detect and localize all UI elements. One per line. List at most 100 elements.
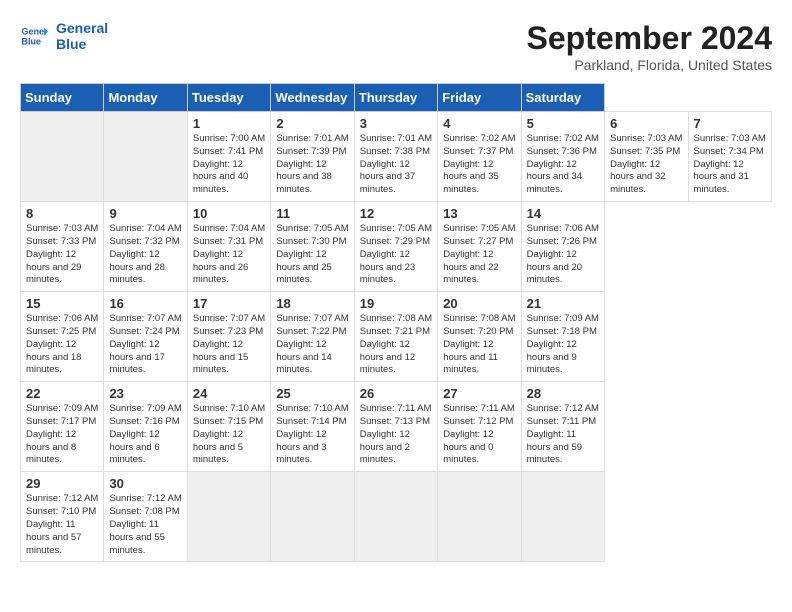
day-number: 30: [109, 476, 181, 491]
calendar-week-row: 8Sunrise: 7:03 AMSunset: 7:33 PMDaylight…: [21, 202, 772, 292]
calendar-day-cell: 25Sunrise: 7:10 AMSunset: 7:14 PMDayligh…: [271, 382, 354, 472]
calendar-week-row: 29 Sunrise: 7:12 AMSunset: 7:10 PMDayligh…: [21, 472, 772, 562]
weekday-header-sunday: Sunday: [21, 84, 104, 112]
calendar-day-cell: 27 Sunrise: 7:11 AMSunset: 7:12 PMDayligh…: [438, 382, 521, 472]
calendar-day-cell: 26 Sunrise: 7:11 AMSunset: 7:13 PMDayligh…: [354, 382, 437, 472]
calendar-day-cell: 3 Sunrise: 7:01 AMSunset: 7:38 PMDaylight…: [354, 112, 437, 202]
weekday-header-thursday: Thursday: [354, 84, 437, 112]
calendar-day-cell: 21Sunrise: 7:09 AMSunset: 7:18 PMDayligh…: [521, 292, 604, 382]
day-number: 26: [360, 386, 432, 401]
day-number: 29: [26, 476, 98, 491]
day-info: Sunrise: 7:03 AMSunset: 7:33 PMDaylight:…: [26, 223, 98, 287]
calendar-day-cell: [438, 472, 521, 562]
day-info: Sunrise: 7:04 AMSunset: 7:32 PMDaylight:…: [109, 223, 181, 287]
day-number: 20: [443, 296, 515, 311]
weekday-header-wednesday: Wednesday: [271, 84, 354, 112]
day-number: 6: [610, 116, 682, 131]
day-info: Sunrise: 7:05 AMSunset: 7:29 PMDaylight:…: [360, 223, 432, 287]
day-info: Sunrise: 7:11 AMSunset: 7:13 PMDaylight:…: [360, 403, 432, 467]
day-number: 3: [360, 116, 432, 131]
calendar-day-cell: 10Sunrise: 7:04 AMSunset: 7:31 PMDayligh…: [187, 202, 270, 292]
day-number: 21: [527, 296, 599, 311]
calendar-day-cell: 6 Sunrise: 7:03 AMSunset: 7:35 PMDaylight…: [605, 112, 688, 202]
calendar-day-cell: [271, 472, 354, 562]
calendar-day-cell: 15 Sunrise: 7:06 AMSunset: 7:25 PMDayligh…: [21, 292, 104, 382]
logo: General Blue General Blue: [20, 20, 108, 52]
page-header: General Blue General Blue September 2024…: [20, 20, 772, 73]
day-number: 2: [276, 116, 348, 131]
day-info: Sunrise: 7:01 AMSunset: 7:39 PMDaylight:…: [276, 133, 348, 197]
day-info: Sunrise: 7:05 AMSunset: 7:30 PMDaylight:…: [276, 223, 348, 287]
day-info: Sunrise: 7:10 AMSunset: 7:15 PMDaylight:…: [193, 403, 265, 467]
day-number: 22: [26, 386, 98, 401]
calendar-day-cell: 4 Sunrise: 7:02 AMSunset: 7:37 PMDaylight…: [438, 112, 521, 202]
day-number: 7: [694, 116, 767, 131]
logo-icon: General Blue: [20, 22, 48, 50]
calendar-day-cell: 18Sunrise: 7:07 AMSunset: 7:22 PMDayligh…: [271, 292, 354, 382]
calendar-day-cell: 14 Sunrise: 7:06 AMSunset: 7:26 PMDayligh…: [521, 202, 604, 292]
calendar-day-cell: 7 Sunrise: 7:03 AMSunset: 7:34 PMDaylight…: [688, 112, 772, 202]
month-title: September 2024: [527, 20, 772, 57]
weekday-header-friday: Friday: [438, 84, 521, 112]
day-info: Sunrise: 7:11 AMSunset: 7:12 PMDaylight:…: [443, 403, 515, 467]
day-info: Sunrise: 7:12 AMSunset: 7:11 PMDaylight:…: [527, 403, 599, 467]
day-number: 27: [443, 386, 515, 401]
day-number: 25: [276, 386, 348, 401]
location-title: Parkland, Florida, United States: [527, 57, 772, 73]
calendar-day-cell: [21, 112, 104, 202]
calendar-day-cell: 30 Sunrise: 7:12 AMSunset: 7:08 PMDayligh…: [104, 472, 187, 562]
day-info: Sunrise: 7:12 AMSunset: 7:08 PMDaylight:…: [109, 493, 181, 557]
calendar-day-cell: 1Sunrise: 7:00 AMSunset: 7:41 PMDaylight…: [187, 112, 270, 202]
calendar-day-cell: [104, 112, 187, 202]
calendar-day-cell: 11 Sunrise: 7:05 AMSunset: 7:30 PMDayligh…: [271, 202, 354, 292]
day-info: Sunrise: 7:07 AMSunset: 7:23 PMDaylight:…: [193, 313, 265, 377]
calendar-day-cell: [354, 472, 437, 562]
calendar-day-cell: 12 Sunrise: 7:05 AMSunset: 7:29 PMDayligh…: [354, 202, 437, 292]
weekday-header-saturday: Saturday: [521, 84, 604, 112]
day-info: Sunrise: 7:06 AMSunset: 7:25 PMDaylight:…: [26, 313, 98, 377]
weekday-header-monday: Monday: [104, 84, 187, 112]
calendar-day-cell: 28 Sunrise: 7:12 AMSunset: 7:11 PMDayligh…: [521, 382, 604, 472]
title-section: September 2024 Parkland, Florida, United…: [527, 20, 772, 73]
calendar-day-cell: 9 Sunrise: 7:04 AMSunset: 7:32 PMDaylight…: [104, 202, 187, 292]
day-number: 23: [109, 386, 181, 401]
day-info: Sunrise: 7:08 AMSunset: 7:21 PMDaylight:…: [360, 313, 432, 377]
logo-text-line1: General: [56, 20, 108, 36]
day-number: 11: [276, 206, 348, 221]
calendar-day-cell: 22 Sunrise: 7:09 AMSunset: 7:17 PMDayligh…: [21, 382, 104, 472]
calendar-week-row: 15 Sunrise: 7:06 AMSunset: 7:25 PMDayligh…: [21, 292, 772, 382]
svg-text:Blue: Blue: [21, 36, 41, 46]
day-number: 17: [193, 296, 265, 311]
day-number: 12: [360, 206, 432, 221]
day-info: Sunrise: 7:12 AMSunset: 7:10 PMDaylight:…: [26, 493, 98, 557]
day-number: 9: [109, 206, 181, 221]
day-info: Sunrise: 7:02 AMSunset: 7:37 PMDaylight:…: [443, 133, 515, 197]
day-info: Sunrise: 7:09 AMSunset: 7:17 PMDaylight:…: [26, 403, 98, 467]
calendar-day-cell: [187, 472, 270, 562]
day-info: Sunrise: 7:07 AMSunset: 7:22 PMDaylight:…: [276, 313, 348, 377]
calendar-day-cell: 8Sunrise: 7:03 AMSunset: 7:33 PMDaylight…: [21, 202, 104, 292]
day-number: 14: [527, 206, 599, 221]
calendar-day-cell: 24 Sunrise: 7:10 AMSunset: 7:15 PMDayligh…: [187, 382, 270, 472]
calendar-header-row: SundayMondayTuesdayWednesdayThursdayFrid…: [21, 84, 772, 112]
calendar-week-row: 22 Sunrise: 7:09 AMSunset: 7:17 PMDayligh…: [21, 382, 772, 472]
calendar-day-cell: 23 Sunrise: 7:09 AMSunset: 7:16 PMDayligh…: [104, 382, 187, 472]
day-info: Sunrise: 7:09 AMSunset: 7:16 PMDaylight:…: [109, 403, 181, 467]
day-number: 13: [443, 206, 515, 221]
calendar-day-cell: 5Sunrise: 7:02 AMSunset: 7:36 PMDaylight…: [521, 112, 604, 202]
day-number: 4: [443, 116, 515, 131]
day-info: Sunrise: 7:06 AMSunset: 7:26 PMDaylight:…: [527, 223, 599, 287]
day-number: 28: [527, 386, 599, 401]
day-info: Sunrise: 7:07 AMSunset: 7:24 PMDaylight:…: [109, 313, 181, 377]
calendar-week-row: 1Sunrise: 7:00 AMSunset: 7:41 PMDaylight…: [21, 112, 772, 202]
day-info: Sunrise: 7:05 AMSunset: 7:27 PMDaylight:…: [443, 223, 515, 287]
day-info: Sunrise: 7:01 AMSunset: 7:38 PMDaylight:…: [360, 133, 432, 197]
day-number: 24: [193, 386, 265, 401]
day-number: 1: [193, 116, 265, 131]
day-number: 10: [193, 206, 265, 221]
day-info: Sunrise: 7:02 AMSunset: 7:36 PMDaylight:…: [527, 133, 599, 197]
day-info: Sunrise: 7:03 AMSunset: 7:35 PMDaylight:…: [610, 133, 682, 197]
calendar-day-cell: 20Sunrise: 7:08 AMSunset: 7:20 PMDayligh…: [438, 292, 521, 382]
day-number: 15: [26, 296, 98, 311]
day-info: Sunrise: 7:03 AMSunset: 7:34 PMDaylight:…: [694, 133, 767, 197]
